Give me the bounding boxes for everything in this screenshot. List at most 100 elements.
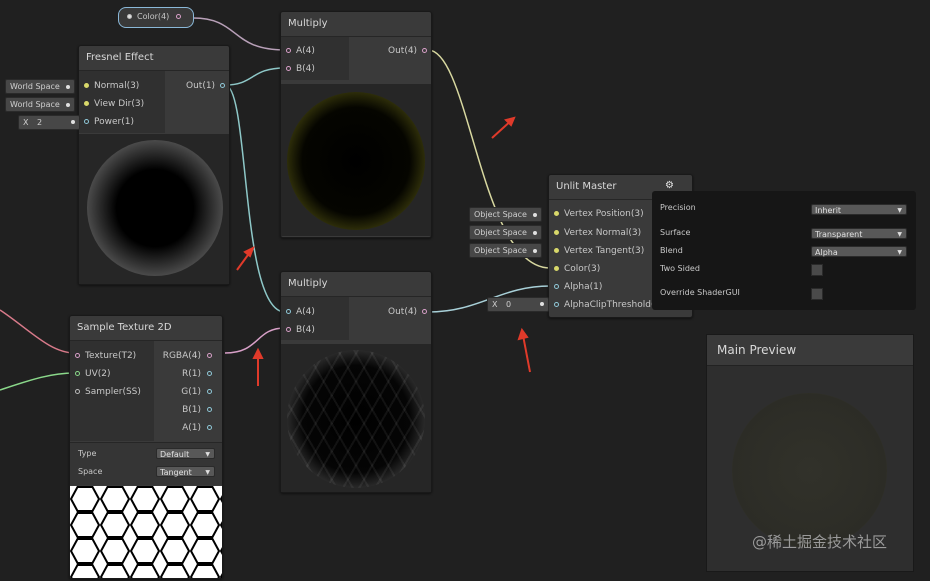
multiply-node-bottom[interactable]: Multiply A(4) B(4) Out(4) bbox=[280, 271, 432, 493]
fresnel-input-viewdir[interactable]: View Dir(3) bbox=[84, 96, 144, 112]
alpha-input[interactable]: Alpha(1) bbox=[554, 279, 602, 295]
g-port-icon[interactable] bbox=[207, 389, 212, 394]
out-port-icon[interactable] bbox=[422, 48, 428, 53]
sample-texture-2d-node[interactable]: Sample Texture 2D Texture(T2) UV(2) Samp… bbox=[69, 315, 223, 579]
override-shadergui-toggle[interactable] bbox=[811, 288, 823, 300]
fresnel-output[interactable]: Out(1) bbox=[186, 78, 230, 94]
fresnel-input-normal[interactable]: Normal(3) bbox=[84, 78, 139, 94]
vertex-normal-space-chip[interactable]: Object Space bbox=[469, 225, 542, 240]
port-icon[interactable] bbox=[554, 230, 559, 235]
blend-dropdown[interactable]: Alpha ▼ bbox=[811, 246, 907, 257]
a-output[interactable]: A(1) bbox=[182, 420, 217, 436]
multiply-top-input-a[interactable]: A(4) bbox=[286, 43, 315, 59]
master-settings-panel: Precision Inherit ▼ Surface Transparent ▼ … bbox=[652, 191, 916, 310]
chip-dot-icon bbox=[71, 120, 75, 124]
power-value-chip[interactable]: X 2 bbox=[18, 115, 80, 130]
uv-input[interactable]: UV(2) bbox=[75, 366, 111, 382]
vertex-tangent-space-chip[interactable]: Object Space bbox=[469, 243, 542, 258]
multiply-bottom-output[interactable]: Out(4) bbox=[388, 304, 432, 320]
multiply-node-top[interactable]: Multiply A(4) B(4) Out(4) bbox=[280, 11, 432, 238]
precision-dropdown[interactable]: Inherit ▼ bbox=[811, 204, 907, 215]
r-port-icon[interactable] bbox=[207, 371, 212, 376]
blend-label: Blend bbox=[660, 246, 683, 255]
texture-port-icon[interactable] bbox=[75, 353, 80, 358]
port-icon[interactable] bbox=[554, 211, 559, 216]
r-output[interactable]: R(1) bbox=[182, 366, 217, 382]
dropdown-arrow-icon: ▼ bbox=[205, 451, 210, 458]
dropdown-arrow-icon: ▼ bbox=[897, 249, 902, 256]
sample-texture-title: Sample Texture 2D bbox=[70, 316, 222, 341]
out-port-icon[interactable] bbox=[422, 309, 428, 314]
power-value[interactable]: 2 bbox=[37, 118, 42, 127]
vertex-tangent-input[interactable]: Vertex Tangent(3) bbox=[554, 243, 644, 259]
wire-fresnel-to-multiply2-a bbox=[224, 84, 286, 313]
uv-port-icon[interactable] bbox=[75, 371, 80, 376]
fresnel-effect-node[interactable]: Fresnel Effect Normal(3) View Dir(3) Pow… bbox=[78, 45, 230, 285]
vertex-position-space-chip[interactable]: Object Space bbox=[469, 207, 542, 222]
multiply-top-preview bbox=[281, 84, 431, 236]
two-sided-label: Two Sided bbox=[660, 264, 700, 273]
color-output-port[interactable] bbox=[176, 14, 181, 19]
g-output[interactable]: G(1) bbox=[181, 384, 217, 400]
wire-texture-to-multiply2-b bbox=[224, 327, 286, 354]
vertex-normal-input[interactable]: Vertex Normal(3) bbox=[554, 225, 641, 241]
port-icon[interactable] bbox=[554, 266, 559, 271]
dropdown-arrow-icon: ▼ bbox=[897, 231, 902, 238]
chip-dot-icon bbox=[65, 102, 70, 107]
main-preview-sphere bbox=[732, 393, 887, 548]
port-icon[interactable] bbox=[554, 302, 559, 307]
port-icon[interactable] bbox=[554, 248, 559, 253]
dropdown-arrow-icon: ▼ bbox=[897, 207, 902, 214]
type-dropdown[interactable]: Default ▼ bbox=[156, 448, 215, 459]
alpha-clip-input[interactable]: AlphaClipThreshold(1) bbox=[554, 297, 664, 313]
normal-port-icon[interactable] bbox=[84, 83, 89, 88]
a-port-icon[interactable] bbox=[207, 425, 212, 430]
alpha-clip-value-chip[interactable]: X 0 bbox=[487, 297, 549, 312]
fresnel-sphere bbox=[87, 140, 223, 276]
hexagon-pattern bbox=[70, 486, 222, 578]
texture-input[interactable]: Texture(T2) bbox=[75, 348, 136, 364]
precision-label: Precision bbox=[660, 203, 696, 212]
space-dropdown[interactable]: Tangent ▼ bbox=[156, 466, 215, 477]
multiply-bottom-input-b[interactable]: B(4) bbox=[286, 322, 315, 338]
multiply-top-title: Multiply bbox=[281, 12, 431, 37]
sampler-input[interactable]: Sampler(SS) bbox=[75, 384, 141, 400]
texture-preview bbox=[70, 486, 222, 578]
b-port-icon[interactable] bbox=[286, 66, 291, 71]
normal-space-chip[interactable]: World Space bbox=[5, 79, 75, 94]
property-dot-icon bbox=[127, 14, 132, 19]
b-port-icon[interactable] bbox=[286, 327, 291, 332]
power-port-icon[interactable] bbox=[84, 119, 89, 124]
viewdir-port-icon[interactable] bbox=[84, 101, 89, 106]
multiply-top-input-b[interactable]: B(4) bbox=[286, 61, 315, 77]
b-output[interactable]: B(1) bbox=[182, 402, 217, 418]
chip-dot-icon bbox=[532, 212, 537, 217]
alpha-clip-value[interactable]: 0 bbox=[506, 300, 511, 309]
gear-icon[interactable]: ⚙ bbox=[665, 180, 674, 191]
color-input[interactable]: Color(3) bbox=[554, 261, 600, 277]
color-property-node[interactable]: Color(4) bbox=[118, 7, 194, 28]
a-port-icon[interactable] bbox=[286, 48, 291, 53]
fresnel-input-power[interactable]: Power(1) bbox=[84, 114, 134, 130]
multiply-bottom-input-a[interactable]: A(4) bbox=[286, 304, 315, 320]
fresnel-preview bbox=[79, 134, 229, 284]
fresnel-title: Fresnel Effect bbox=[79, 46, 229, 71]
port-icon[interactable] bbox=[554, 284, 559, 289]
chip-dot-icon bbox=[532, 248, 537, 253]
rgba-output[interactable]: RGBA(4) bbox=[163, 348, 217, 364]
surface-label: Surface bbox=[660, 228, 691, 237]
multiply-top-output[interactable]: Out(4) bbox=[388, 43, 432, 59]
override-shadergui-label: Override ShaderGUI bbox=[660, 288, 740, 297]
vertex-position-input[interactable]: Vertex Position(3) bbox=[554, 206, 644, 222]
fresnel-out-port-icon[interactable] bbox=[220, 83, 226, 88]
a-port-icon[interactable] bbox=[286, 309, 291, 314]
surface-dropdown[interactable]: Transparent ▼ bbox=[811, 228, 907, 239]
rgba-port-icon[interactable] bbox=[207, 353, 212, 358]
sampler-port-icon[interactable] bbox=[75, 389, 80, 394]
viewdir-space-chip[interactable]: World Space bbox=[5, 97, 75, 112]
chip-dot-icon bbox=[540, 302, 544, 306]
multiply-top-sphere bbox=[287, 92, 425, 230]
multiply-bottom-sphere bbox=[287, 350, 425, 488]
b-port-icon[interactable] bbox=[207, 407, 212, 412]
two-sided-toggle[interactable] bbox=[811, 264, 823, 276]
